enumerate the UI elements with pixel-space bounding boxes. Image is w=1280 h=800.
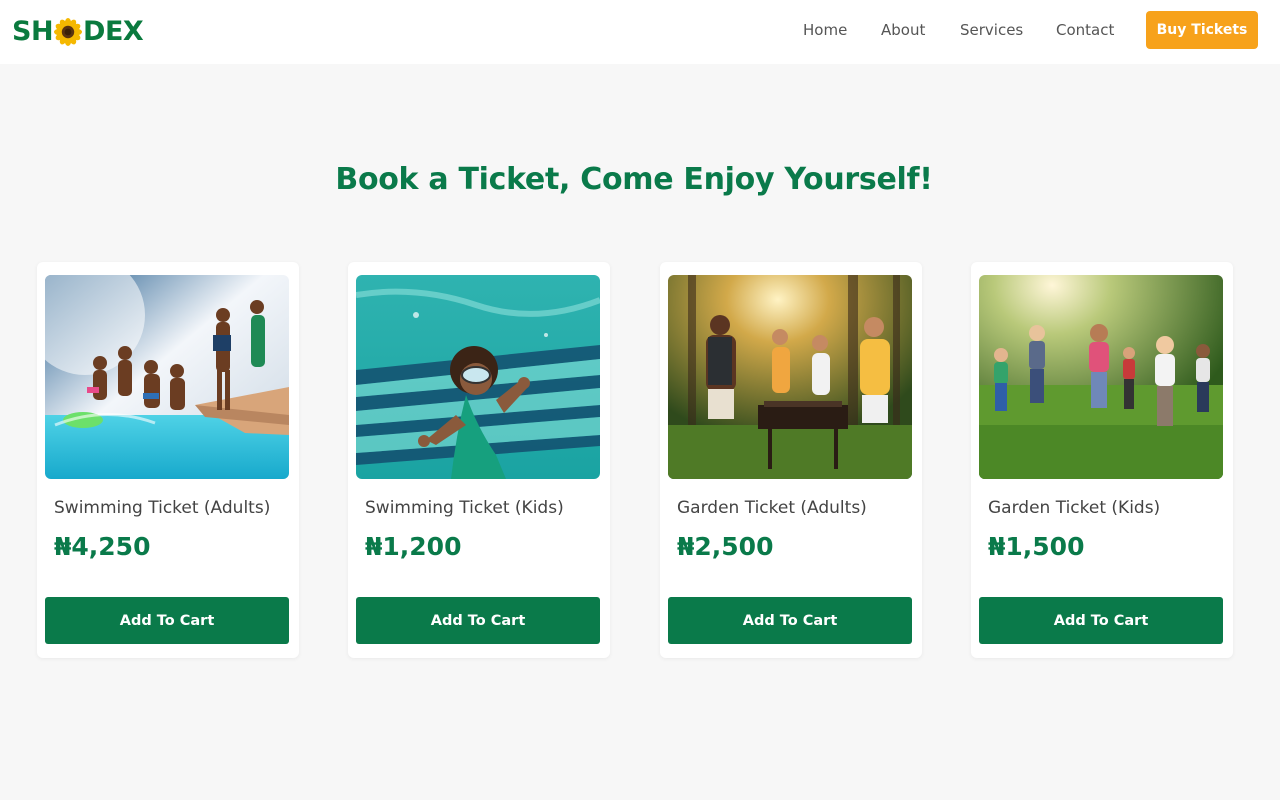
add-to-cart-button[interactable]: Add To Cart	[356, 597, 600, 644]
adults-garden-barbecue-photo	[668, 275, 912, 479]
ticket-title: Garden Ticket (Adults)	[677, 498, 867, 518]
ticket-card-garden-kids: Garden Ticket (Kids) ₦1,500 Add To Cart	[971, 262, 1233, 658]
ticket-price: ₦1,200	[365, 532, 462, 561]
add-to-cart-button[interactable]: Add To Cart	[45, 597, 289, 644]
page-headline: Book a Ticket, Come Enjoy Yourself!	[335, 162, 933, 197]
navbar: SH DEX Home About Services Contact Buy T…	[0, 0, 1280, 64]
kids-running-garden-photo	[979, 275, 1223, 479]
ticket-title: Swimming Ticket (Adults)	[54, 498, 271, 518]
adults-pool-party-photo	[45, 275, 289, 479]
buy-tickets-button[interactable]: Buy Tickets	[1146, 11, 1258, 49]
ticket-price: ₦4,250	[54, 532, 151, 561]
ticket-card-garden-adults: Garden Ticket (Adults) ₦2,500 Add To Car…	[660, 262, 922, 658]
ticket-price: ₦2,500	[677, 532, 774, 561]
add-to-cart-button[interactable]: Add To Cart	[979, 597, 1223, 644]
logo[interactable]: SH DEX	[12, 14, 144, 50]
ticket-card-swimming-adults: Swimming Ticket (Adults) ₦4,250 Add To C…	[37, 262, 299, 658]
ticket-title: Swimming Ticket (Kids)	[365, 498, 564, 518]
ticket-price: ₦1,500	[988, 532, 1085, 561]
logo-text-left: SH	[12, 16, 54, 47]
nav-about[interactable]: About	[881, 19, 925, 41]
sunflower-icon	[54, 18, 83, 46]
nav-home[interactable]: Home	[803, 19, 847, 41]
logo-text-right: DEX	[83, 16, 144, 47]
nav-contact[interactable]: Contact	[1056, 19, 1114, 41]
add-to-cart-button[interactable]: Add To Cart	[668, 597, 912, 644]
kid-underwater-pool-photo	[356, 275, 600, 479]
ticket-card-swimming-kids: Swimming Ticket (Kids) ₦1,200 Add To Car…	[348, 262, 610, 658]
nav-services[interactable]: Services	[960, 19, 1023, 41]
ticket-title: Garden Ticket (Kids)	[988, 498, 1161, 518]
